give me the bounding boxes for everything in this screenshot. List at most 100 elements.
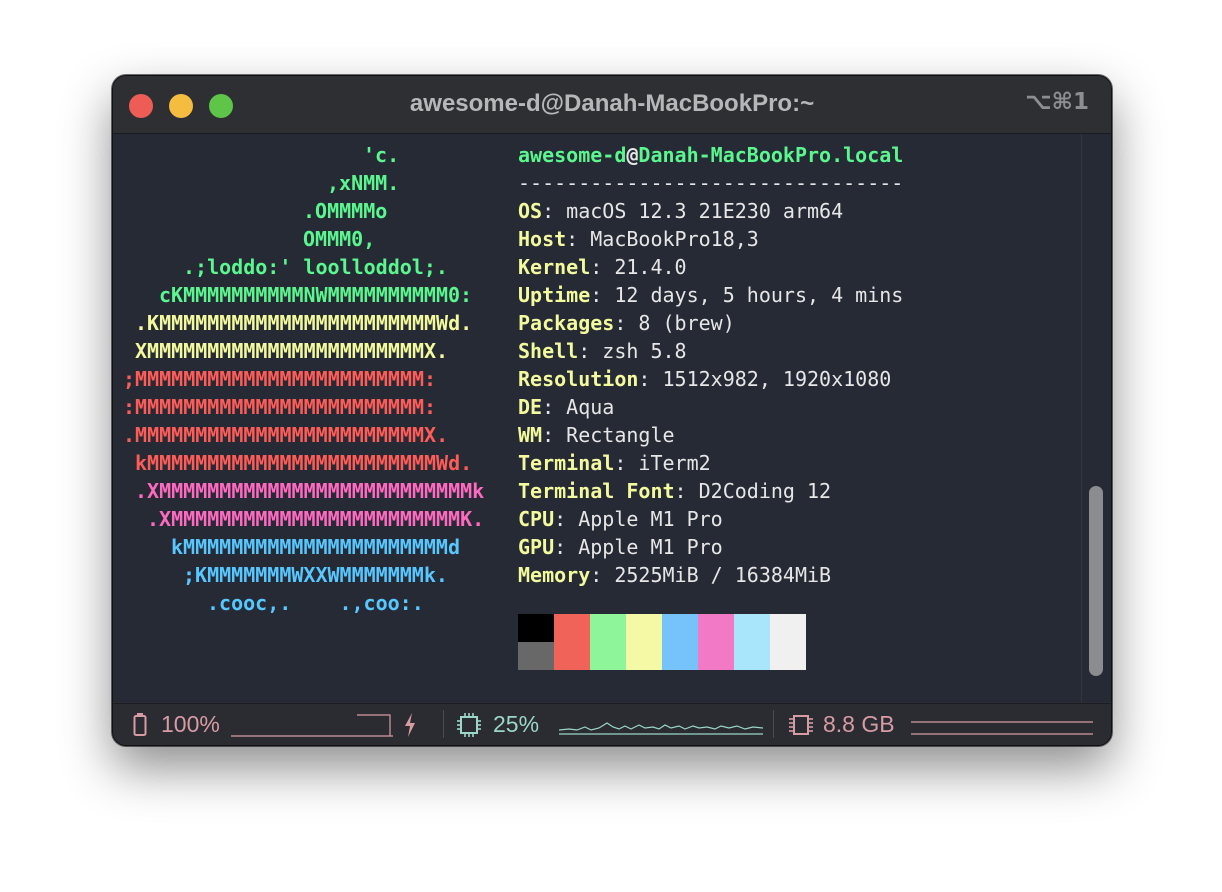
- info-value: : Aqua: [542, 395, 615, 419]
- color-swatch: [590, 614, 626, 642]
- hostname: Danah-MacBookPro.local: [638, 143, 904, 167]
- info-key: Packages: [518, 311, 615, 335]
- color-swatch: [554, 614, 590, 642]
- battery-sparkline: [231, 714, 393, 737]
- terminal-window: awesome-d@Danah-MacBookPro:~ ⌥⌘1 'c. ,xNM…: [112, 75, 1112, 746]
- color-swatch: [518, 642, 554, 670]
- logo-line: .XMMMMMMMMMMMMMMMMMMMMMMMMMMk: [135, 479, 485, 503]
- color-swatch: [626, 614, 662, 642]
- info-value: : 1512x982, 1920x1080: [638, 367, 892, 391]
- info-line: Terminal: iTerm2: [518, 449, 711, 477]
- logo-line: ,xNMM.: [327, 171, 400, 195]
- info-line: OS: macOS 12.3 21E230 arm64: [518, 197, 843, 225]
- color-swatch: [590, 642, 626, 670]
- scrollbar[interactable]: [1081, 134, 1111, 702]
- color-swatch: [626, 642, 662, 670]
- color-swatch: [770, 642, 806, 670]
- info-line: Packages: 8 (brew): [518, 309, 735, 337]
- logo-line: cKMMMMMMMMMMNWMMMMMMMMMM0:: [159, 283, 473, 307]
- info-value: : 12 days, 5 hours, 4 mins: [590, 283, 904, 307]
- info-value: : Apple M1 Pro: [554, 535, 723, 559]
- color-swatch: [734, 642, 770, 670]
- window-shortcut: ⌥⌘1: [1025, 89, 1089, 115]
- username: awesome-d: [518, 143, 627, 167]
- info-key: Resolution: [518, 367, 639, 391]
- info-line: CPU: Apple M1 Pro: [518, 505, 723, 533]
- info-key: Memory: [518, 563, 591, 587]
- status-separator: [773, 710, 774, 738]
- info-line: DE: Aqua: [518, 393, 614, 421]
- info-key: Uptime: [518, 283, 591, 307]
- battery-icon: [133, 713, 147, 736]
- info-key: Shell: [518, 339, 579, 363]
- color-swatch: [554, 642, 590, 670]
- logo-line: .KMMMMMMMMMMMMMMMMMMMMMMMWd.: [135, 311, 473, 335]
- logo-line: .MMMMMMMMMMMMMMMMMMMMMMMMX.: [123, 423, 449, 447]
- window-title: awesome-d@Danah-MacBookPro:~: [409, 90, 815, 117]
- info-value: : MacBookPro18,3: [566, 227, 759, 251]
- at-sign: @: [626, 143, 639, 167]
- user-host-line: awesome-d@Danah-MacBookPro.local: [518, 141, 903, 169]
- info-value: : 21.4.0: [590, 255, 687, 279]
- logo-line: kMMMMMMMMMMMMMMMMMMMMMMMMWd.: [135, 451, 473, 475]
- cpu-chip-icon: [457, 713, 481, 737]
- info-value: : iTerm2: [614, 451, 711, 475]
- logo-line: .XMMMMMMMMMMMMMMMMMMMMMMMMK.: [147, 507, 485, 531]
- memory-sparkline: [911, 721, 1093, 735]
- logo-line: .;loddo:' loolloddol;.: [183, 255, 448, 279]
- battery-percent: 100%: [161, 711, 220, 737]
- logo-line: .OMMMMo: [303, 199, 388, 223]
- memory-icon: [789, 715, 813, 735]
- logo-line: .cooc,. .,coo:.: [207, 591, 424, 615]
- status-separator: [443, 710, 444, 738]
- info-value: : D2Coding 12: [674, 479, 832, 503]
- info-value: : Apple M1 Pro: [554, 507, 723, 531]
- color-swatch: [734, 614, 770, 642]
- info-key: Kernel: [518, 255, 591, 279]
- info-line: Host: MacBookPro18,3: [518, 225, 759, 253]
- title-bar[interactable]: awesome-d@Danah-MacBookPro:~ ⌥⌘1: [113, 76, 1111, 134]
- info-key: Terminal: [518, 451, 615, 475]
- info-key: OS: [518, 199, 543, 223]
- info-line: Shell: zsh 5.8: [518, 337, 687, 365]
- info-line: Terminal Font: D2Coding 12: [518, 477, 831, 505]
- info-line: Memory: 2525MiB / 16384MiB: [518, 561, 831, 589]
- color-swatch: [662, 614, 698, 642]
- logo-line: XMMMMMMMMMMMMMMMMMMMMMMMX.: [135, 339, 449, 363]
- logo-line: ;KMMMMMMMWXXWMMMMMMMk.: [183, 563, 448, 587]
- info-key: CPU: [518, 507, 555, 531]
- cpu-sparkline: [559, 722, 763, 735]
- info-line: Resolution: 1512x982, 1920x1080: [518, 365, 891, 393]
- info-value: : Rectangle: [542, 423, 675, 447]
- info-value: : 8 (brew): [614, 311, 735, 335]
- logo-line: 'c.: [363, 143, 400, 167]
- logo-line: OMMM0,: [303, 227, 376, 251]
- logo-line: kMMMMMMMMMMMMMMMMMMMMMMd: [171, 535, 460, 559]
- logo-line: :MMMMMMMMMMMMMMMMMMMMMMMM:: [123, 395, 437, 419]
- terminal-output[interactable]: 'c. ,xNMM. .OMMMMo OMMM0, .;loddo:' loollodd…: [113, 134, 1081, 702]
- color-swatch: [770, 614, 806, 642]
- divider-line: --------------------------------: [518, 171, 904, 195]
- info-line: GPU: Apple M1 Pro: [518, 533, 723, 561]
- memory-usage: 8.8 GB: [823, 711, 895, 737]
- info-key: GPU: [518, 535, 555, 559]
- info-line: Kernel: 21.4.0: [518, 253, 687, 281]
- color-swatch: [518, 614, 554, 642]
- cpu-percent: 25%: [493, 711, 540, 737]
- status-bar: 100% 25% 8.8 GB: [113, 703, 1111, 745]
- info-line: WM: Rectangle: [518, 421, 675, 449]
- info-key: WM: [518, 423, 543, 447]
- info-key: DE: [518, 395, 543, 419]
- info-value: : 2525MiB / 16384MiB: [590, 563, 832, 587]
- info-value: : macOS 12.3 21E230 arm64: [542, 199, 844, 223]
- color-swatch: [698, 642, 734, 670]
- color-swatch: [698, 614, 734, 642]
- color-swatch: [662, 642, 698, 670]
- logo-line: ;MMMMMMMMMMMMMMMMMMMMMMMM:: [123, 367, 437, 391]
- info-key: Terminal Font: [518, 479, 675, 503]
- info-value: : zsh 5.8: [578, 339, 687, 363]
- info-key: Host: [518, 227, 567, 251]
- lightning-icon: [405, 713, 415, 737]
- scrollbar-thumb[interactable]: [1089, 486, 1103, 676]
- info-line: Uptime: 12 days, 5 hours, 4 mins: [518, 281, 903, 309]
